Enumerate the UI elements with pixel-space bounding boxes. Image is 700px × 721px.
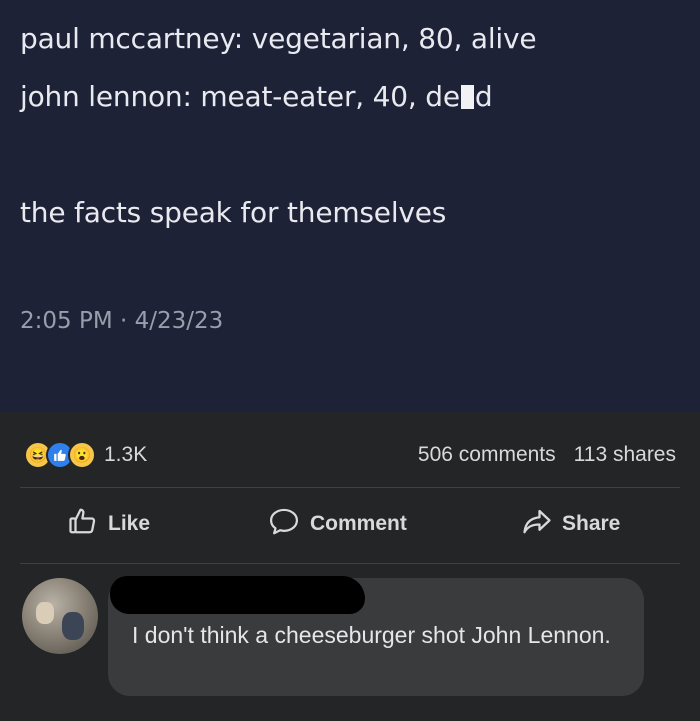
engagement-counts: 506 comments 113 shares [418,440,676,470]
share-label: Share [562,512,621,535]
like-label: Like [108,512,151,535]
commenter-avatar[interactable] [22,578,98,654]
comment-button[interactable]: Comment [268,500,407,548]
share-arrow-icon [522,506,552,542]
reaction-icons: 😆 😮 [24,441,96,469]
reactions-summary[interactable]: 😆 😮 1.3K [24,440,147,470]
divider [20,487,680,488]
share-button[interactable]: Share [522,500,620,548]
action-bar: Like Comment Share [0,500,700,550]
post-body: paul mccartney: vegetarian, 80, alive jo… [0,0,700,412]
post-text-line-2: john lennon: meat-eater, 40, de d [20,80,493,113]
comment-text: I don't think a cheeseburger shot John L… [132,622,611,648]
wow-icon: 😮 [68,441,96,469]
comment-label: Comment [310,512,407,535]
post-text-line-1: paul mccartney: vegetarian, 80, alive [20,22,537,55]
avatar-figure [62,612,84,640]
redacted-commenter-name [110,576,365,614]
reaction-count: 1.3K [104,443,148,466]
divider [20,563,680,564]
avatar-figure [36,602,54,624]
comments-count[interactable]: 506 comments [418,443,556,467]
speech-bubble-icon [268,506,300,542]
post-timestamp[interactable]: 2:05 PM · 4/23/23 [20,308,223,334]
post-text-line-2-end: d [474,80,493,113]
shares-count[interactable]: 113 shares [574,443,676,467]
post-text-line-2-start: john lennon: meat-eater, 40, de [20,80,460,113]
thumbs-up-icon [68,506,98,542]
like-button[interactable]: Like [68,500,150,548]
redaction-block [460,85,474,109]
post-text-line-3: the facts speak for themselves [20,196,447,229]
